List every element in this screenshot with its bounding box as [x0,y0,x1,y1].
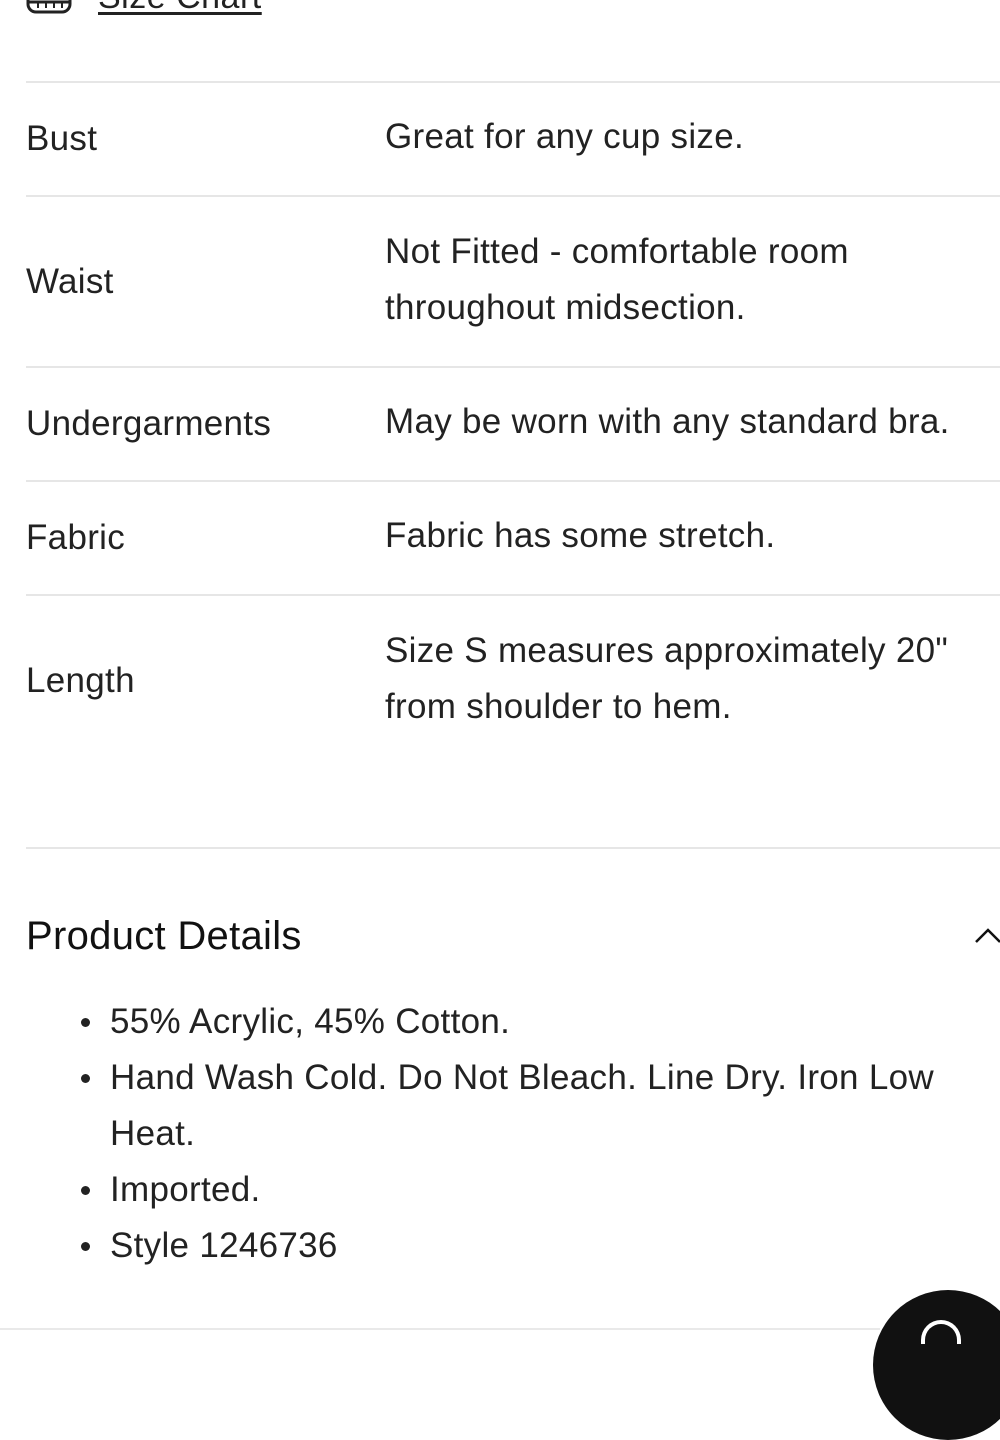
section-divider [26,847,1000,849]
ruler-icon [26,0,72,13]
fit-row-fabric: Fabric Fabric has some stretch. [26,480,1000,594]
list-item-text: Hand Wash Cold. Do Not Bleach. Line Dry.… [110,1058,934,1153]
fit-row-waist: Waist Not Fitted - comfortable room thro… [26,195,1000,366]
fit-value: Fabric has some stretch. [385,516,776,555]
product-details-toggle[interactable]: Product Details [26,904,1000,968]
fit-key: Waist [26,261,114,301]
list-item: Style 1246736 [76,1218,1000,1274]
bullet [81,1018,90,1027]
product-details-title: Product Details [26,913,302,958]
fit-key: Length [26,660,135,700]
fit-key: Bust [26,119,98,158]
list-item-text: Style 1246736 [110,1226,338,1265]
list-item: 55% Acrylic, 45% Cotton. [76,994,1000,1050]
fit-value: May be worn with any standard bra. [385,402,950,441]
fit-value: Not Fitted - comfortable room throughout… [385,231,849,327]
chat-icon [921,1320,961,1344]
chevron-up-icon[interactable] [972,920,1000,952]
fit-value: Size S measures approximately 20" from s… [385,630,949,726]
list-item: Imported. [76,1162,1000,1218]
bullet [81,1074,90,1083]
list-item: Hand Wash Cold. Do Not Bleach. Line Dry.… [76,1050,1000,1162]
product-details-list: 55% Acrylic, 45% Cotton. Hand Wash Cold.… [76,994,1000,1274]
fit-key: Undergarments [26,404,272,443]
fit-table: Bust Great for any cup size. Waist Not F… [26,81,1000,765]
list-item-text: 55% Acrylic, 45% Cotton. [110,1002,511,1041]
bullet [81,1186,90,1195]
size-chart-link[interactable]: Size Chart [26,0,262,17]
fit-key: Fabric [26,518,126,557]
size-chart-label: Size Chart [98,0,262,17]
fit-row-length: Length Size S measures approximately 20"… [26,594,1000,765]
fit-row-bust: Bust Great for any cup size. [26,81,1000,195]
chat-button[interactable] [873,1290,1000,1440]
fit-value: Great for any cup size. [385,117,745,156]
list-item-text: Imported. [110,1170,261,1209]
bullet [81,1242,90,1251]
fit-row-undergarments: Undergarments May be worn with any stand… [26,366,1000,480]
